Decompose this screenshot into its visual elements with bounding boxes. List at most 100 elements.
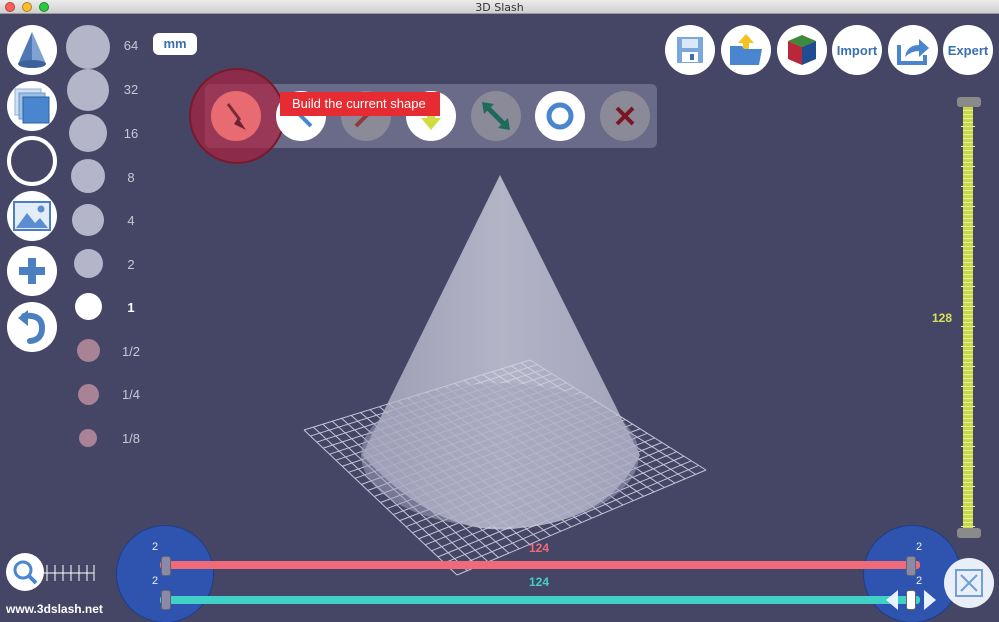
ruler-tick: [963, 150, 973, 151]
ruler-tick: [963, 170, 973, 171]
size-dot-4[interactable]: [72, 204, 104, 236]
ruler-tick: [963, 334, 973, 335]
ruler-tick: [963, 342, 973, 343]
ruler-tick: [963, 302, 973, 303]
ruler-tick: [963, 502, 973, 503]
ruler-tick: [963, 158, 973, 159]
ruler-tick: [963, 498, 973, 499]
title-bar: 3D Slash: [0, 0, 999, 14]
ruler-tick: [963, 250, 973, 251]
size-dot-1-2[interactable]: [77, 339, 100, 362]
ruler-tick: [961, 506, 975, 507]
red-axis-track[interactable]: [160, 561, 920, 569]
cyan-axis-track[interactable]: [160, 596, 920, 604]
size-dot-16[interactable]: [69, 114, 107, 152]
ruler-tick: [963, 418, 973, 419]
ruler-tick: [963, 198, 973, 199]
website-url: www.3dslash.net: [6, 602, 103, 616]
ruler-tick: [961, 226, 975, 227]
layers-icon: [14, 88, 50, 124]
folder-upload-icon: [730, 34, 762, 65]
zoom-scale[interactable]: [44, 562, 96, 584]
ruler-tick: [963, 278, 973, 279]
ruler-tick: [961, 166, 975, 167]
share-button[interactable]: [888, 25, 938, 75]
ruler-tick: [963, 478, 973, 479]
size-dot-1-8[interactable]: [79, 429, 97, 447]
ruler-tick: [963, 462, 973, 463]
cone-shape-button[interactable]: [7, 25, 57, 75]
ruler-tick: [961, 246, 975, 247]
red-left-knob[interactable]: [161, 556, 171, 576]
ruler-tick: [963, 322, 973, 323]
unit-toggle-button[interactable]: mm: [153, 33, 197, 55]
ruler-tick: [963, 510, 973, 511]
ruler-tick: [963, 394, 973, 395]
rotate-button[interactable]: [535, 91, 585, 141]
ruler-tick: [961, 446, 975, 447]
resize-button[interactable]: [471, 91, 521, 141]
ruler-tick: [963, 298, 973, 299]
save-button[interactable]: [665, 25, 715, 75]
ruler-tick: [961, 426, 975, 427]
ruler-tick: [963, 402, 973, 403]
size-dot-32[interactable]: [67, 69, 109, 111]
ruler-tick: [963, 482, 973, 483]
expert-label: Expert: [947, 42, 989, 58]
ruler-tick: [963, 318, 973, 319]
right-bottom-value: 2: [916, 575, 923, 587]
fullscreen-button[interactable]: [944, 558, 994, 608]
red-axis-value: 124: [529, 541, 550, 555]
size-dot-2[interactable]: [74, 249, 103, 278]
ruler-tick: [963, 314, 973, 315]
trowel-icon: [226, 103, 246, 130]
layers-button[interactable]: [7, 81, 57, 131]
expert-button[interactable]: Expert: [943, 25, 993, 75]
size-dot-1-4[interactable]: [78, 384, 99, 405]
ruler-tick: [961, 366, 975, 367]
ring-button[interactable]: [7, 136, 57, 186]
arrows-icon: [886, 590, 936, 610]
cyan-left-knob[interactable]: [161, 590, 171, 610]
ruler-tick: [963, 330, 973, 331]
zoom-button[interactable]: [6, 553, 44, 591]
ruler-tick: [963, 218, 973, 219]
ruler-tick: [963, 134, 973, 135]
ruler-tick: [963, 110, 973, 111]
add-button[interactable]: [7, 246, 57, 296]
ruler-tick: [963, 374, 973, 375]
expand-icon: [955, 569, 983, 597]
size-label-32: 32: [123, 82, 139, 97]
vertical-ruler-bottom-handle[interactable]: [957, 528, 981, 538]
size-dot-64[interactable]: [66, 25, 110, 69]
build-shape-button[interactable]: [211, 91, 261, 141]
ruler-tick: [963, 182, 973, 183]
ruler-tick: [961, 326, 975, 327]
size-label-64: 64: [123, 38, 139, 53]
cube-icon: [788, 35, 816, 65]
ruler-tick: [963, 358, 973, 359]
cancel-tool-button[interactable]: [600, 91, 650, 141]
ruler-tick: [963, 518, 973, 519]
ruler-tick: [963, 470, 973, 471]
red-right-knob[interactable]: [906, 556, 916, 576]
plus-icon: [19, 258, 45, 284]
open-folder-button[interactable]: [721, 25, 771, 75]
vertical-ruler-track: [963, 100, 973, 532]
cone-shape: [361, 175, 640, 530]
undo-button[interactable]: [7, 302, 57, 352]
ruler-tick: [963, 154, 973, 155]
ruler-tick: [963, 430, 973, 431]
import-button[interactable]: Import: [832, 25, 882, 75]
ruler-tick: [963, 370, 973, 371]
ruler-tick: [963, 210, 973, 211]
color-cube-button[interactable]: [777, 25, 827, 75]
vertical-ruler-top-handle[interactable]: [957, 97, 981, 107]
size-dot-8[interactable]: [71, 159, 105, 193]
ruler-tick: [963, 442, 973, 443]
ruler-tick: [961, 466, 975, 467]
size-dot-1-selected[interactable]: [75, 293, 102, 320]
size-label-2: 2: [127, 257, 135, 272]
image-button[interactable]: [7, 191, 57, 241]
cone-icon: [18, 32, 46, 68]
